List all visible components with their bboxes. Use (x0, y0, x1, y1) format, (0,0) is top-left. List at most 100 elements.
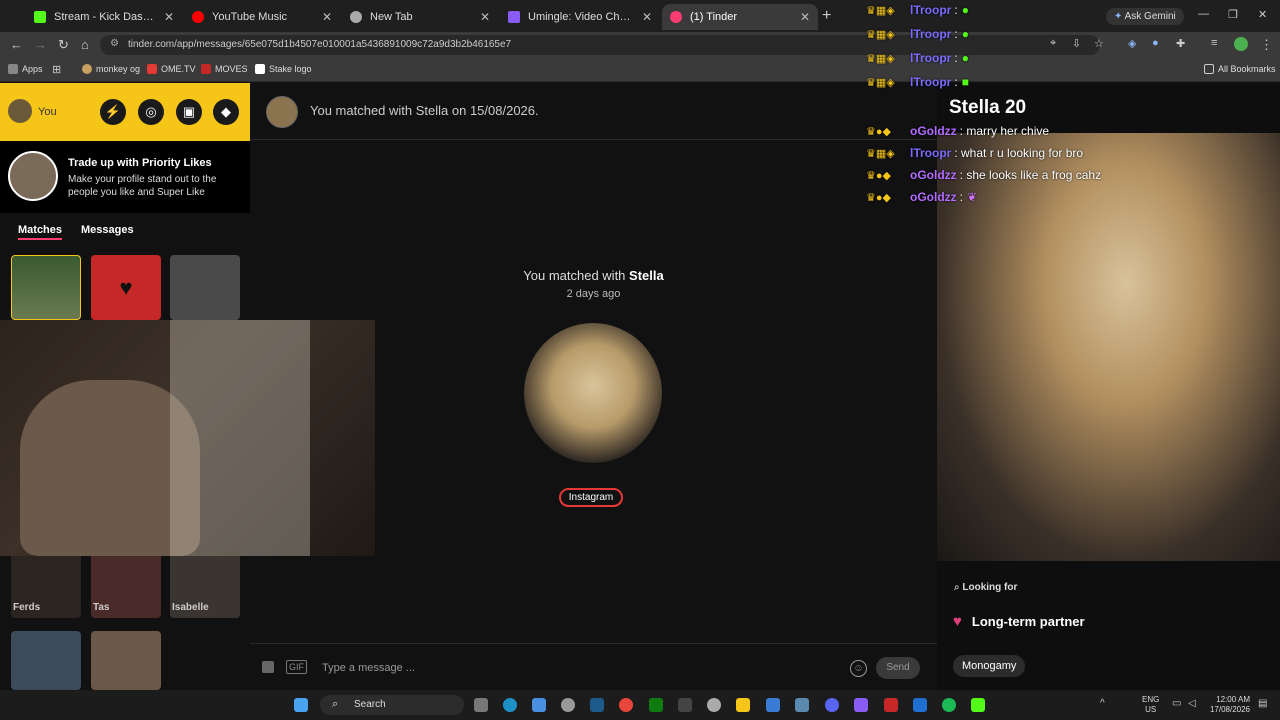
bookmark-label: Apps (22, 64, 43, 74)
chat-message: ♛▦◈ lTroopr: ● (866, 51, 969, 65)
bookmark-apps[interactable]: Apps (8, 64, 43, 74)
windows-start-icon[interactable] (294, 698, 308, 712)
window-close-icon[interactable]: ✕ (1258, 8, 1267, 21)
tab-label: (1) Tinder (690, 11, 738, 23)
send-button[interactable]: Send (876, 657, 920, 679)
app-icon[interactable] (561, 698, 575, 712)
tab-messages[interactable]: Messages (81, 224, 134, 236)
image-icon[interactable] (262, 661, 274, 673)
tab-label: Umingle: Video Chat with S (528, 11, 636, 23)
lang-text: ENG (1142, 695, 1160, 704)
close-icon[interactable]: ✕ (642, 10, 652, 24)
match-name: Isabelle (172, 602, 209, 613)
chat-username: oGoldzz (910, 168, 957, 182)
webcam-overlay (0, 320, 375, 556)
kick-icon[interactable] (971, 698, 985, 712)
tab-tinder[interactable]: (1) Tinder ✕ (662, 4, 818, 30)
volume-icon[interactable]: ◁ (1188, 698, 1196, 709)
chat-message: ♛▦◈ lTroopr: ■ (866, 75, 969, 89)
chrome-icon (350, 11, 362, 23)
reload-icon[interactable]: ↻ (58, 37, 69, 53)
steam-icon[interactable] (590, 698, 604, 712)
chrome-icon[interactable] (619, 698, 633, 712)
bookmark-stake[interactable]: Stake logo (255, 64, 312, 74)
looking-for-value: ♥ Long-term partner (953, 613, 1085, 630)
all-bookmarks[interactable]: All Bookmarks (1204, 64, 1276, 74)
stake-icon (255, 64, 265, 74)
voicemod-icon[interactable] (884, 698, 898, 712)
epic-games-icon[interactable] (678, 698, 692, 712)
edge-icon[interactable] (503, 698, 517, 712)
briefcase-icon[interactable]: ▣ (176, 99, 202, 125)
avatar (8, 151, 58, 201)
forward-icon[interactable]: → (34, 37, 47, 52)
app-icon[interactable] (913, 698, 927, 712)
close-icon[interactable]: ✕ (322, 10, 332, 24)
url-text: tinder.com/app/messages/65e075d1b4507e01… (128, 39, 512, 50)
chat-message: ♛●◆ oGoldzz: marry her chive (866, 124, 1050, 138)
chevron-up-icon[interactable]: ^ (1100, 698, 1105, 709)
spotify-icon[interactable] (942, 698, 956, 712)
bookmark-monkey[interactable]: monkey og (82, 64, 140, 74)
clock[interactable]: 12:00 AM 17/08/2026 (1210, 695, 1250, 715)
site-info-icon[interactable]: ⚙ (110, 38, 119, 49)
xbox-icon[interactable] (649, 698, 663, 712)
grid-icon[interactable]: ⊞ (52, 63, 61, 76)
emoji-icon[interactable]: ☺ (850, 660, 867, 677)
network-icon[interactable]: ▭ (1172, 698, 1181, 709)
close-icon[interactable]: ✕ (800, 10, 810, 24)
chat-message: ♛▦◈ lTroopr: ● (866, 27, 969, 41)
avatar[interactable] (266, 96, 298, 128)
avatar[interactable] (8, 99, 32, 123)
stream-chat-overlay: ♛▦◈ lTroopr: ● ♛▦◈ lTroopr: ● ♛▦◈ lTroopr: ● ♛… (866, 0, 1206, 210)
moves-icon (201, 64, 211, 74)
match-thumbnail[interactable] (11, 255, 81, 320)
settings-icon[interactable] (707, 698, 721, 712)
store-icon[interactable] (766, 698, 780, 712)
boost-icon[interactable]: ⚡ (100, 99, 126, 125)
notification-icon[interactable]: ▤ (1258, 698, 1267, 709)
looking-for-value-text: Long-term partner (971, 614, 1085, 629)
file-explorer-icon[interactable] (736, 698, 750, 712)
message-input[interactable] (322, 658, 842, 678)
kick-icon (34, 11, 46, 23)
chat-username: lTroopr (910, 27, 952, 41)
match-thumbnail[interactable] (91, 631, 161, 690)
media-icon[interactable]: ≡ (1211, 37, 1217, 49)
bookmark-moves[interactable]: MOVES (201, 64, 248, 74)
tab-label: Stream - Kick Dashboard (54, 11, 158, 23)
app-icon[interactable] (854, 698, 868, 712)
restore-icon[interactable]: ❐ (1228, 8, 1238, 21)
discord-icon[interactable] (825, 698, 839, 712)
taskbar-search[interactable]: ⌕ Search (320, 695, 464, 715)
match-prefix: You matched with (523, 268, 630, 283)
app-icon[interactable] (795, 698, 809, 712)
profile-label[interactable]: You (38, 106, 57, 118)
back-icon[interactable]: ← (10, 37, 23, 52)
windows-taskbar: ⌕ Search ^ ENG US ▭ ◁ 12:00 AM 17/08/2026 … (0, 690, 1280, 720)
task-view-icon[interactable] (474, 698, 488, 712)
match-avatar[interactable] (524, 323, 662, 463)
profile-avatar-icon[interactable] (1234, 37, 1248, 51)
tab-youtube-music[interactable]: YouTube Music ✕ (184, 4, 340, 30)
close-icon[interactable]: ✕ (164, 10, 174, 24)
language-indicator[interactable]: ENG US (1142, 695, 1159, 715)
gif-button[interactable]: GIF (286, 660, 307, 674)
tab-matches[interactable]: Matches (18, 224, 63, 240)
close-icon[interactable]: ✕ (480, 10, 490, 24)
priority-likes-promo[interactable]: Trade up with Priority Likes Make your p… (0, 141, 250, 213)
explore-icon[interactable]: ◎ (138, 99, 164, 125)
match-thumbnail[interactable] (170, 255, 240, 320)
instagram-button[interactable]: Instagram (559, 488, 623, 507)
bookmark-ometv[interactable]: OME.TV (147, 64, 196, 74)
match-thumbnail[interactable] (11, 631, 81, 690)
app-icon[interactable] (532, 698, 546, 712)
shield-icon[interactable]: ◆ (213, 99, 239, 125)
home-icon[interactable]: ⌂ (81, 37, 89, 52)
tab-new-tab[interactable]: New Tab ✕ (342, 4, 498, 30)
likes-heart-thumbnail[interactable]: ♥ (91, 255, 161, 320)
tab-kick-dashboard[interactable]: Stream - Kick Dashboard ✕ (26, 4, 182, 30)
new-tab-icon[interactable]: + (822, 7, 831, 25)
tab-umingle[interactable]: Umingle: Video Chat with S ✕ (500, 4, 660, 30)
menu-icon[interactable]: ⋮ (1260, 37, 1273, 53)
